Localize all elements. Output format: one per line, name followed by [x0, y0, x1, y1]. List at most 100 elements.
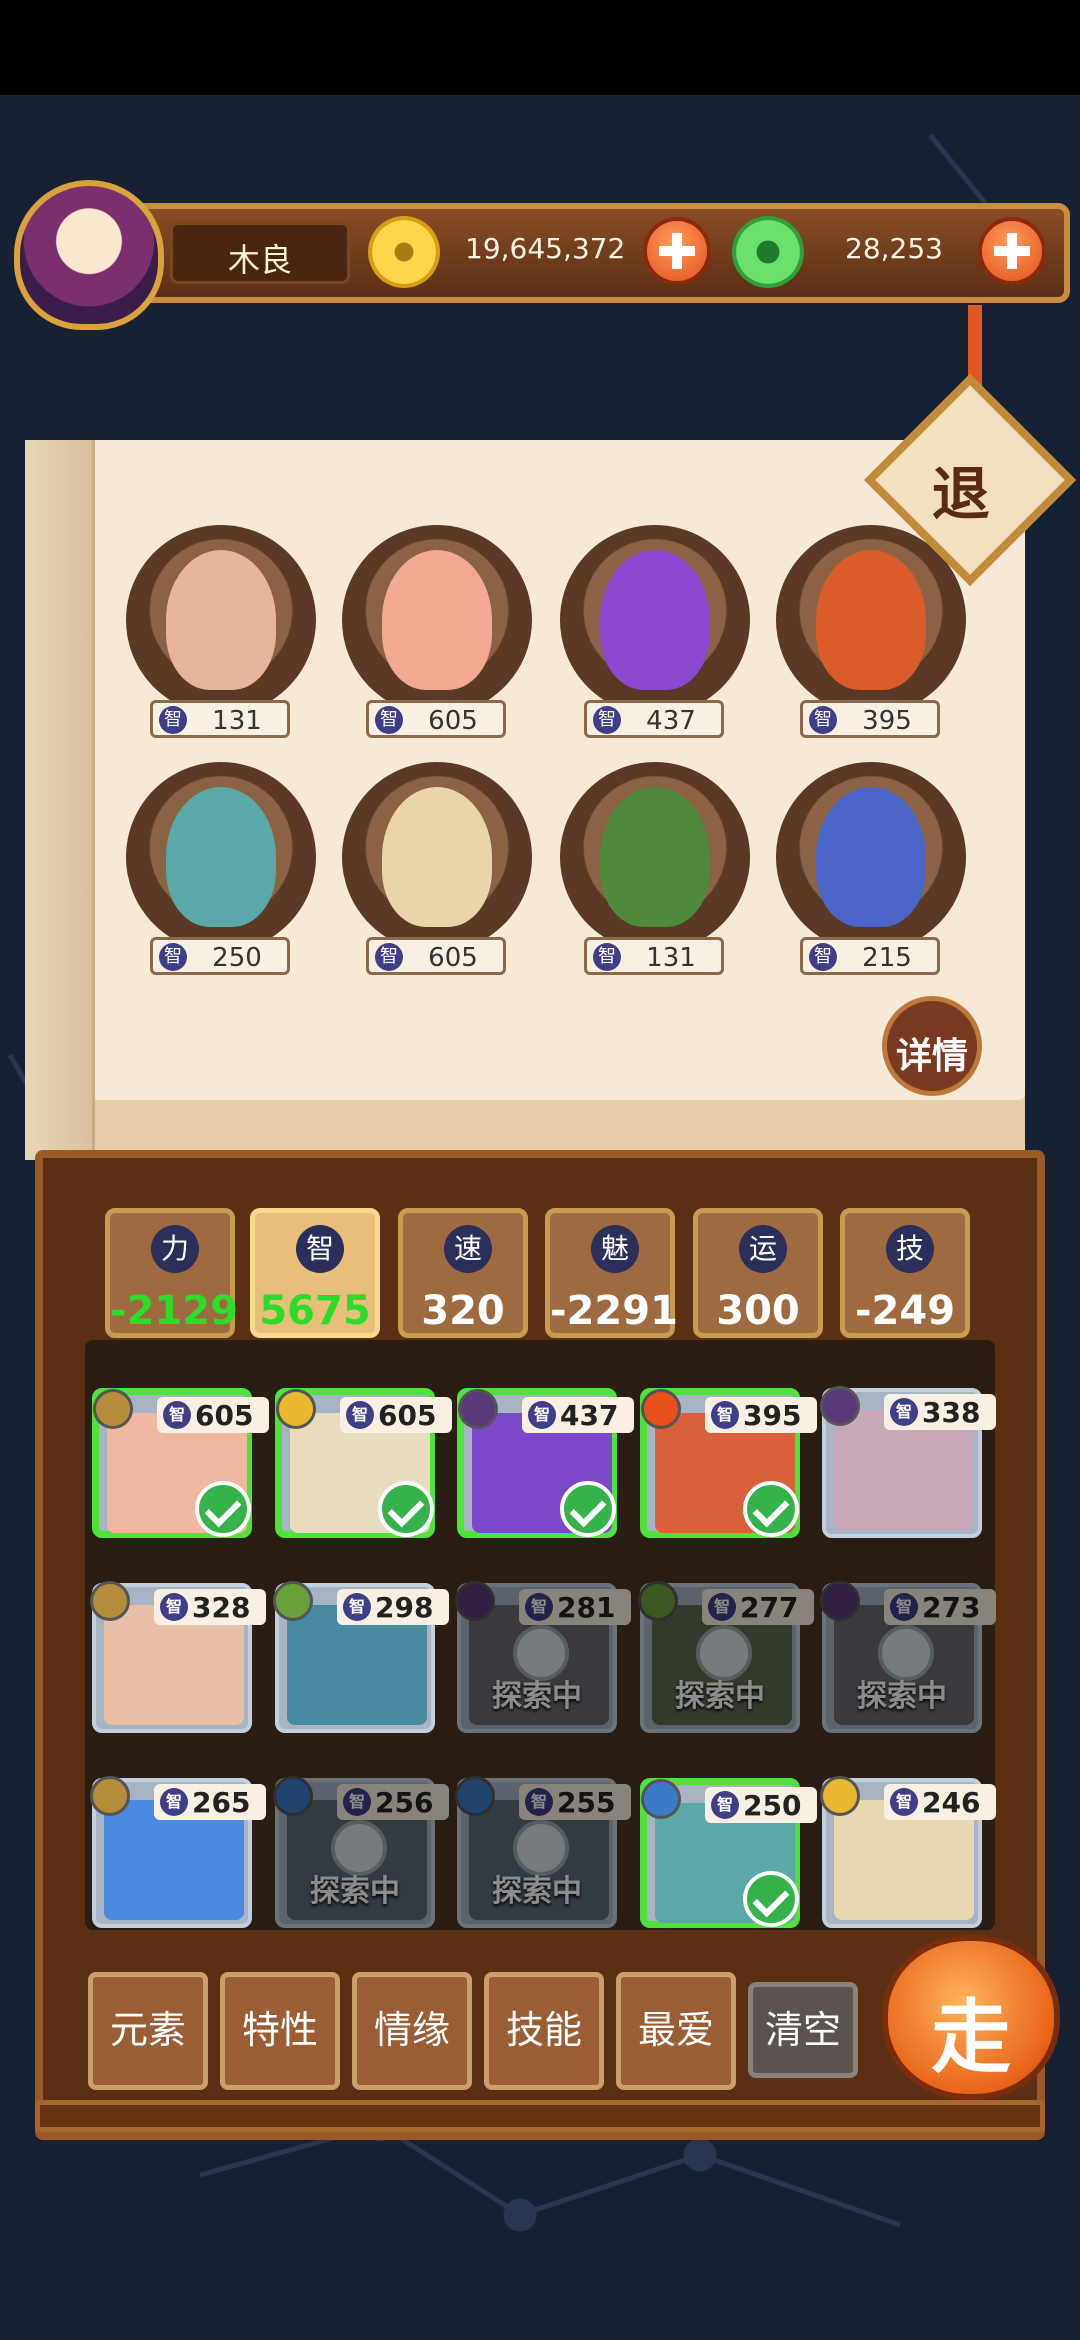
hero-portrait	[382, 787, 492, 927]
stat-total: 5675	[259, 1288, 371, 1334]
check-icon	[743, 1871, 799, 1927]
check-icon	[195, 1481, 251, 1537]
intellect-icon: 智	[375, 943, 403, 971]
element-icon	[458, 1389, 498, 1429]
intellect-icon: 智	[809, 706, 837, 734]
roster-stat-value: 255	[557, 1786, 616, 1819]
hero-stat-tag: 智 437	[584, 700, 724, 738]
roster-stat-value: 605	[378, 1399, 437, 1432]
intellect-icon: 智	[375, 706, 403, 734]
hero-stat-tag: 智 395	[800, 700, 940, 738]
roster-hero-card[interactable]: 智 605	[275, 1388, 452, 1538]
filter-button[interactable]: 技能	[484, 1972, 604, 2090]
intellect-icon: 智	[890, 1398, 918, 1426]
jade-amount: 28,253	[845, 232, 943, 265]
element-icon	[638, 1581, 678, 1621]
exploring-label: 探索中	[857, 1679, 947, 1714]
intellect-icon: 智	[525, 1788, 553, 1816]
intellect-icon: 智	[343, 1593, 371, 1621]
exploring-label: 探索中	[492, 1679, 582, 1714]
selected-hero[interactable]	[560, 525, 750, 715]
filter-button[interactable]: 元素	[88, 1972, 208, 2090]
element-icon	[641, 1779, 681, 1819]
intellect-icon: 智	[159, 943, 187, 971]
hero-stat-value: 437	[646, 706, 696, 736]
intellect-icon: 智	[593, 943, 621, 971]
go-label: 走	[931, 1991, 1011, 2084]
check-icon	[743, 1481, 799, 1537]
roster-hero-card[interactable]: 智 605	[92, 1388, 269, 1538]
stat-total: 320	[421, 1288, 505, 1334]
detail-label: 详情	[895, 1036, 968, 1077]
go-button[interactable]: 走	[882, 1935, 1060, 2100]
roster-hero-card[interactable]: 智 277 探索中	[638, 1581, 814, 1733]
hero-stat-value: 250	[212, 943, 262, 973]
add-jade-button[interactable]	[978, 217, 1046, 285]
roster-hero-card[interactable]: 智 250	[640, 1778, 817, 1928]
player-avatar[interactable]	[14, 180, 164, 330]
intellect-icon: 智	[346, 1401, 374, 1429]
roster-hero-card[interactable]: 智 298	[273, 1581, 449, 1733]
stat-tab[interactable]: 技 -249	[840, 1208, 970, 1338]
roster-hero-card[interactable]: 智 273 探索中	[820, 1581, 996, 1733]
roster-stat-tag: 智 273	[884, 1589, 996, 1625]
roster-stat-value: 246	[922, 1786, 981, 1819]
roster-hero-card[interactable]: 智 256 探索中	[273, 1776, 449, 1928]
stat-icon: 技	[886, 1225, 934, 1273]
hero-portrait	[166, 550, 276, 690]
stat-tab[interactable]: 魅 -2291	[545, 1208, 678, 1338]
selected-hero[interactable]	[342, 525, 532, 715]
roster-hero-card[interactable]: 智 246	[820, 1776, 996, 1928]
hero-portrait	[816, 550, 926, 690]
roster-stat-tag: 智 605	[157, 1397, 269, 1433]
roster-hero-card[interactable]: 智 328	[90, 1581, 266, 1733]
roster-stat-value: 250	[743, 1789, 802, 1822]
roster-hero-card[interactable]: 智 395	[640, 1388, 817, 1538]
hero-stat-value: 215	[862, 943, 912, 973]
stat-tab[interactable]: 运 300	[693, 1208, 823, 1338]
selected-hero[interactable]	[560, 762, 750, 952]
add-gold-button[interactable]	[643, 217, 711, 285]
roster-hero-card[interactable]: 智 281 探索中	[455, 1581, 631, 1733]
hero-stat-tag: 智 250	[150, 937, 290, 975]
element-icon	[90, 1581, 130, 1621]
roster-stat-tag: 智 250	[705, 1787, 817, 1823]
stat-tab[interactable]: 力 -2129	[105, 1208, 238, 1338]
element-icon	[276, 1389, 316, 1429]
intellect-icon: 智	[528, 1401, 556, 1429]
roster-stat-value: 273	[922, 1591, 981, 1624]
selected-hero[interactable]	[126, 525, 316, 715]
selected-hero[interactable]	[342, 762, 532, 952]
selected-hero[interactable]	[126, 762, 316, 952]
stat-tab[interactable]: 速 320	[398, 1208, 528, 1338]
clear-button[interactable]: 清空	[748, 1982, 858, 2078]
roster-stat-value: 395	[743, 1399, 802, 1432]
selected-hero[interactable]	[776, 762, 966, 952]
filter-button[interactable]: 特性	[220, 1972, 340, 2090]
stat-total: -249	[854, 1288, 956, 1334]
clear-label: 清空	[764, 2008, 841, 2052]
detail-button[interactable]: 详情	[882, 996, 982, 1096]
filter-button[interactable]: 最爱	[616, 1972, 736, 2090]
intellect-icon: 智	[708, 1593, 736, 1621]
roster-stat-tag: 智 605	[340, 1397, 452, 1433]
roster-hero-card[interactable]: 智 265	[90, 1776, 266, 1928]
intellect-icon: 智	[160, 1788, 188, 1816]
gold-amount: 19,645,372	[465, 232, 626, 265]
roster-stat-value: 437	[560, 1399, 619, 1432]
player-name: 木良	[227, 241, 292, 279]
element-icon	[273, 1581, 313, 1621]
roster-hero-card[interactable]: 智 437	[457, 1388, 634, 1538]
roster-hero-card[interactable]: 智 338	[820, 1386, 996, 1538]
roster-stat-value: 256	[375, 1786, 434, 1819]
jade-icon	[732, 216, 804, 288]
stat-total: -2291	[550, 1288, 678, 1334]
stat-tab[interactable]: 智 5675	[250, 1208, 380, 1338]
filter-button[interactable]: 情缘	[352, 1972, 472, 2090]
intellect-icon: 智	[890, 1593, 918, 1621]
roster-stat-value: 338	[922, 1396, 981, 1429]
element-icon	[455, 1581, 495, 1621]
stat-icon: 魅	[591, 1225, 639, 1273]
roster-hero-card[interactable]: 智 255 探索中	[455, 1776, 631, 1928]
exploring-label: 探索中	[492, 1874, 582, 1909]
